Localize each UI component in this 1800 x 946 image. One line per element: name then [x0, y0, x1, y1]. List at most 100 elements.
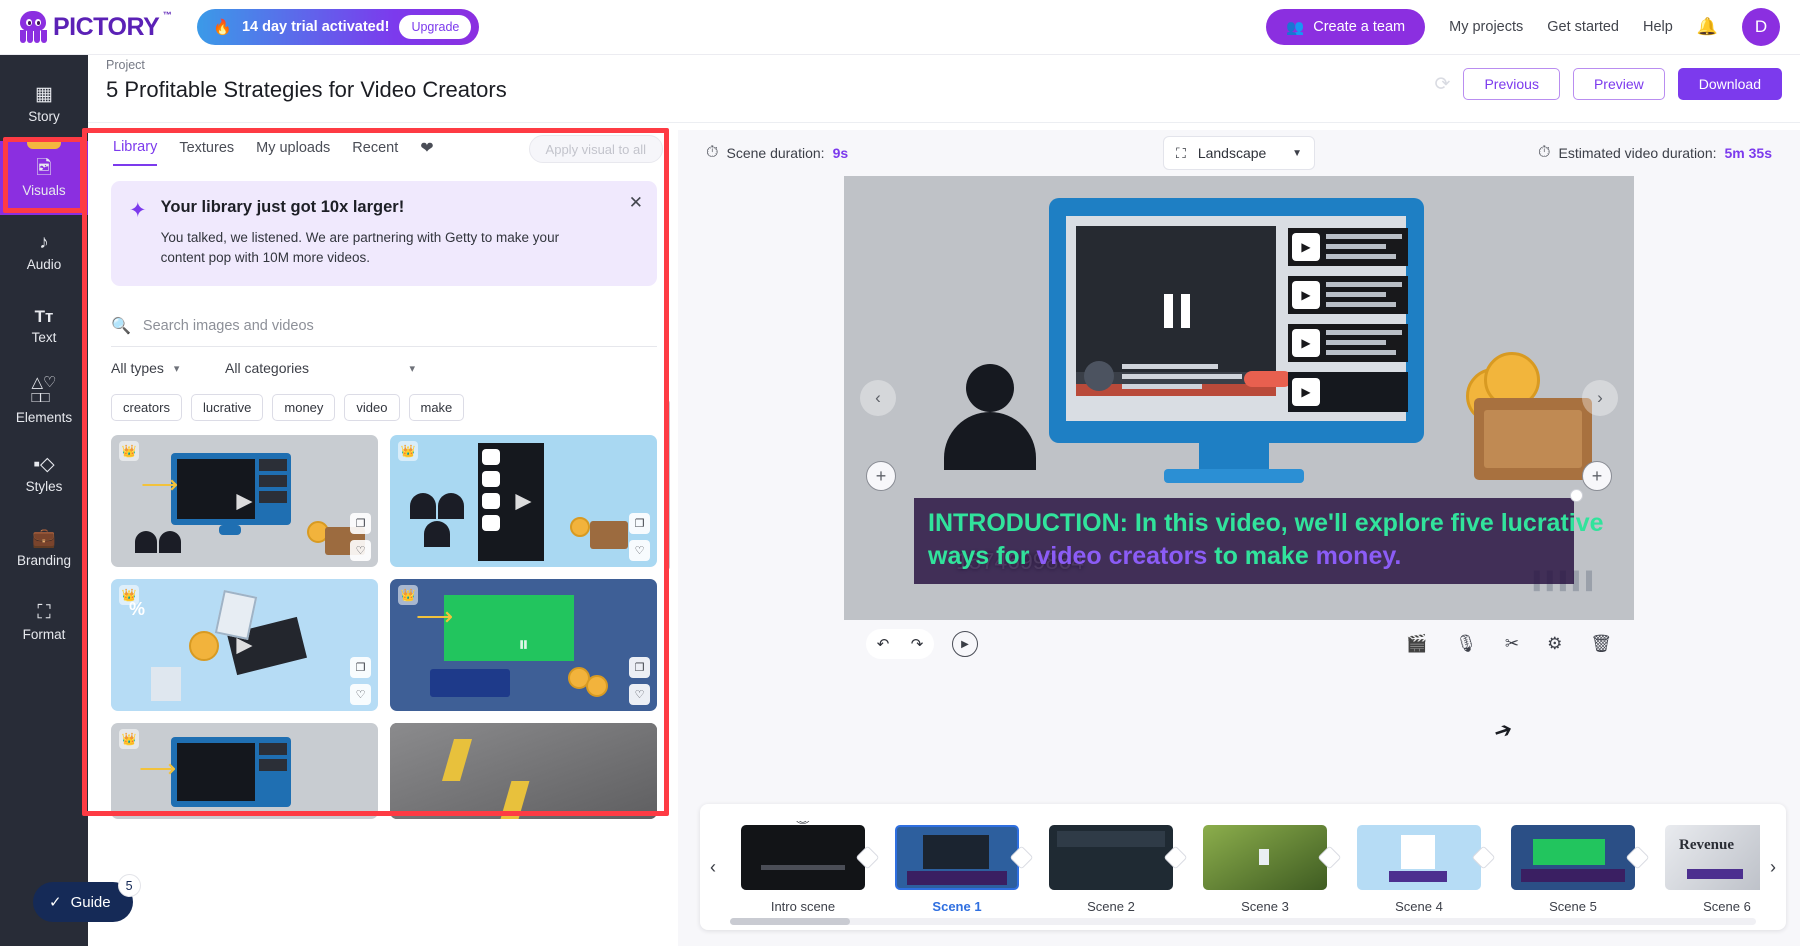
strip-scroll-left[interactable]: ‹: [700, 857, 726, 878]
sidebar-item-story[interactable]: ▦ Story: [0, 67, 88, 141]
copy-icon[interactable]: ❐: [629, 657, 650, 678]
promo-title: Your library just got 10x larger!: [161, 198, 601, 217]
trash-icon[interactable]: 🗑: [1590, 634, 1612, 654]
microphone-icon[interactable]: 🎙: [1455, 634, 1477, 654]
scene-thumbnail[interactable]: Revenue: [1665, 825, 1760, 890]
caption-line-2-c: to make: [1207, 542, 1315, 570]
add-scene-after-button[interactable]: +: [1582, 461, 1612, 491]
gear-icon[interactable]: ⚙: [1547, 634, 1562, 654]
create-team-button[interactable]: 👥 Create a team: [1266, 9, 1425, 45]
chip-video[interactable]: video: [344, 394, 399, 421]
scene-item-intro[interactable]: 👁 Intro scene: [726, 825, 880, 914]
scene-strip: ‹ 👁 Intro scene Scene 1: [700, 804, 1786, 930]
styles-icon: ▪◇: [33, 455, 54, 474]
chip-make[interactable]: make: [409, 394, 465, 421]
sidebar-item-format[interactable]: ⛶ Format: [0, 585, 88, 659]
tab-library[interactable]: Library: [113, 139, 157, 166]
sidebar-label-audio: Audio: [27, 257, 62, 272]
upgrade-button[interactable]: Upgrade: [399, 15, 471, 39]
heart-icon[interactable]: ❤: [420, 138, 433, 167]
scene-item-4[interactable]: Scene 4: [1342, 825, 1496, 914]
sidebar-item-elements[interactable]: △♡□□ Elements: [0, 363, 88, 437]
tab-my-uploads[interactable]: My uploads: [256, 140, 330, 165]
scene-thumbnail[interactable]: [1511, 825, 1635, 890]
scene-thumbnail[interactable]: [1357, 825, 1481, 890]
play-button[interactable]: ▶: [952, 631, 978, 657]
copy-icon[interactable]: ❐: [629, 513, 650, 534]
pictory-logo[interactable]: PICTORY ™: [16, 11, 159, 43]
sidebar-item-visuals[interactable]: 🖻 Visuals: [0, 141, 88, 215]
strip-scroll-right[interactable]: ›: [1760, 857, 1786, 878]
canvas-toolbar: ↶ ↷ ▶ 🎬 🎙 ✂ ⚙ 🗑: [844, 620, 1634, 668]
copy-icon[interactable]: ❐: [350, 513, 371, 534]
octopus-icon: [16, 11, 50, 43]
scene-item-1[interactable]: Scene 1: [880, 825, 1034, 914]
copy-icon[interactable]: ❐: [350, 657, 371, 678]
add-scene-before-button[interactable]: +: [866, 461, 896, 491]
aspect-ratio-select[interactable]: ⛶ Landscape ▼: [1163, 136, 1315, 170]
scene-item-3[interactable]: Scene 3: [1188, 825, 1342, 914]
create-team-label: Create a team: [1313, 19, 1405, 35]
tab-textures[interactable]: Textures: [179, 140, 234, 165]
previous-scene-arrow[interactable]: ‹: [860, 380, 896, 416]
caption-resize-handle[interactable]: [1570, 489, 1583, 502]
avatar[interactable]: D: [1742, 8, 1780, 46]
search-input[interactable]: [143, 318, 657, 334]
video-canvas[interactable]: ▶ ▶ ▶: [844, 176, 1634, 620]
heart-icon[interactable]: ♡: [629, 540, 650, 561]
scene-label: Scene 5: [1549, 899, 1597, 914]
library-tile[interactable]: [390, 723, 657, 819]
nav-get-started[interactable]: Get started: [1547, 19, 1619, 35]
library-tile[interactable]: % 👑 ▶ ❐ ♡: [111, 579, 378, 711]
sidebar-item-branding[interactable]: 💼 Branding: [0, 511, 88, 585]
scissors-icon[interactable]: ✂: [1505, 634, 1519, 654]
library-tile[interactable]: ⟶ 👑 ⏸ ❐ ♡: [390, 579, 657, 711]
guide-button[interactable]: ✓ Guide 5: [33, 882, 133, 922]
text-icon: Tт: [35, 308, 54, 325]
library-tile[interactable]: ⟶ 👑: [111, 723, 378, 819]
left-sidebar-rail: ▦ Story 🖻 Visuals ♪ Audio Tт Text △♡□□ E…: [0, 55, 88, 946]
nav-my-projects[interactable]: My projects: [1449, 19, 1523, 35]
captions-icon[interactable]: 🎬: [1406, 634, 1427, 654]
nav-help[interactable]: Help: [1643, 19, 1673, 35]
tab-recent[interactable]: Recent: [352, 140, 398, 165]
undo-icon[interactable]: ↶: [866, 629, 900, 659]
aspect-ratio-label: Landscape: [1198, 145, 1267, 161]
all-types-dropdown[interactable]: All types ▾: [111, 360, 203, 376]
scene-label: Scene 6: [1703, 899, 1751, 914]
close-icon[interactable]: ✕: [629, 193, 643, 213]
caption-overlay[interactable]: INTRODUCTION: In this video, we'll explo…: [914, 498, 1574, 584]
heart-icon[interactable]: ♡: [629, 684, 650, 705]
sidebar-item-styles[interactable]: ▪◇ Styles: [0, 437, 88, 511]
scene-thumbnail[interactable]: [741, 825, 865, 890]
scene-item-5[interactable]: Scene 5: [1496, 825, 1650, 914]
sidebar-item-text[interactable]: Tт Text: [0, 289, 88, 363]
chip-money[interactable]: money: [272, 394, 335, 421]
redo-icon[interactable]: ↷: [900, 629, 934, 659]
sidebar-label-branding: Branding: [17, 553, 71, 568]
scene-thumbnail[interactable]: [1203, 825, 1327, 890]
logo-text: PICTORY: [53, 13, 159, 41]
next-scene-arrow[interactable]: ›: [1582, 380, 1618, 416]
all-categories-dropdown[interactable]: All categories ▾: [225, 360, 415, 376]
heart-icon[interactable]: ♡: [350, 540, 371, 561]
scene-item-6[interactable]: Revenue Scene 6: [1650, 825, 1760, 914]
notification-bell-icon[interactable]: 🔔: [1697, 17, 1718, 37]
previous-button[interactable]: Previous: [1463, 68, 1559, 100]
apply-visual-to-all-button[interactable]: Apply visual to all: [529, 135, 663, 163]
scene-strip-scrollbar[interactable]: [730, 918, 1756, 925]
download-button[interactable]: Download: [1678, 68, 1782, 100]
scene-thumbnail[interactable]: [895, 825, 1019, 890]
sidebar-item-audio[interactable]: ♪ Audio: [0, 215, 88, 289]
promo-body: You talked, we listened. We are partneri…: [161, 228, 601, 267]
heart-icon[interactable]: ♡: [350, 684, 371, 705]
library-tile[interactable]: ⟶ 👑 ▶ ❐ ♡: [111, 435, 378, 567]
preview-button[interactable]: Preview: [1573, 68, 1665, 100]
library-scrollbar[interactable]: [664, 400, 670, 570]
library-tile[interactable]: 👑 ▶ ❐ ♡: [390, 435, 657, 567]
chip-lucrative[interactable]: lucrative: [191, 394, 263, 421]
scene-thumbnail[interactable]: [1049, 825, 1173, 890]
search-tag-chips: creators lucrative money video make: [111, 394, 657, 421]
scene-item-2[interactable]: Scene 2: [1034, 825, 1188, 914]
chip-creators[interactable]: creators: [111, 394, 182, 421]
